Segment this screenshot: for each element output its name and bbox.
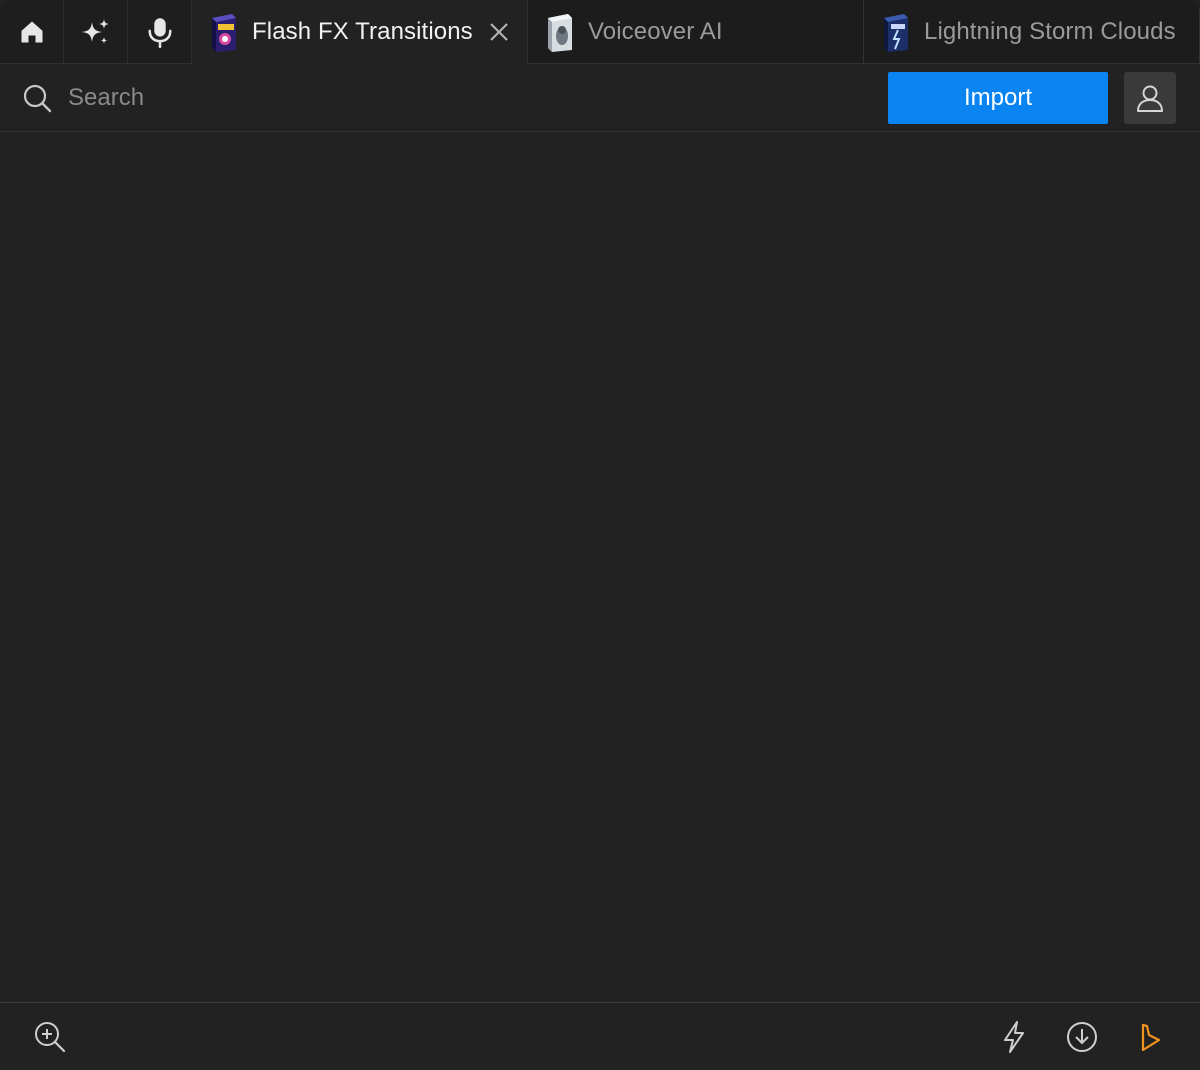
import-button[interactable]: Import [888, 72, 1108, 124]
close-tab-button[interactable] [489, 20, 509, 44]
content-area [0, 132, 1200, 1002]
sparkles-icon [81, 18, 109, 44]
voice-tab[interactable] [128, 0, 192, 63]
product-box-icon [548, 13, 572, 52]
account-button[interactable] [1124, 72, 1176, 124]
toolbar: Import [0, 64, 1200, 132]
search-input[interactable] [68, 84, 668, 112]
brand-button[interactable] [1130, 1017, 1170, 1057]
zoom-in-icon [35, 1022, 66, 1053]
footer-bar [0, 1002, 1200, 1070]
search-bar [22, 82, 668, 114]
lightning-icon [1004, 1021, 1024, 1053]
tab-label: Lightning Storm Clouds [924, 17, 1176, 45]
brand-logo-icon [1141, 1023, 1161, 1052]
product-box-icon [884, 13, 908, 52]
search-icon [23, 84, 52, 113]
close-icon [490, 23, 508, 41]
ai-tab[interactable] [64, 0, 128, 63]
download-icon [1067, 1022, 1097, 1052]
app-window: Flash FX Transitions Voiceover AI Lightn… [0, 0, 1200, 1070]
tab-lightning-storm-clouds[interactable]: Lightning Storm Clouds [864, 0, 1200, 63]
user-icon [1137, 85, 1163, 112]
download-button[interactable] [1062, 1017, 1102, 1057]
home-tab[interactable] [0, 0, 64, 63]
product-box-icon [212, 14, 236, 52]
lightning-button[interactable] [994, 1017, 1034, 1057]
tab-label: Flash FX Transitions [252, 18, 473, 45]
tab-label: Voiceover AI [588, 17, 723, 45]
home-icon [21, 21, 42, 42]
tab-bar: Flash FX Transitions Voiceover AI Lightn… [0, 0, 1200, 64]
tab-flash-fx-transitions[interactable]: Flash FX Transitions [192, 0, 528, 64]
tab-voiceover-ai[interactable]: Voiceover AI [528, 0, 864, 63]
microphone-icon [147, 17, 172, 48]
zoom-in-button[interactable] [30, 1017, 70, 1057]
